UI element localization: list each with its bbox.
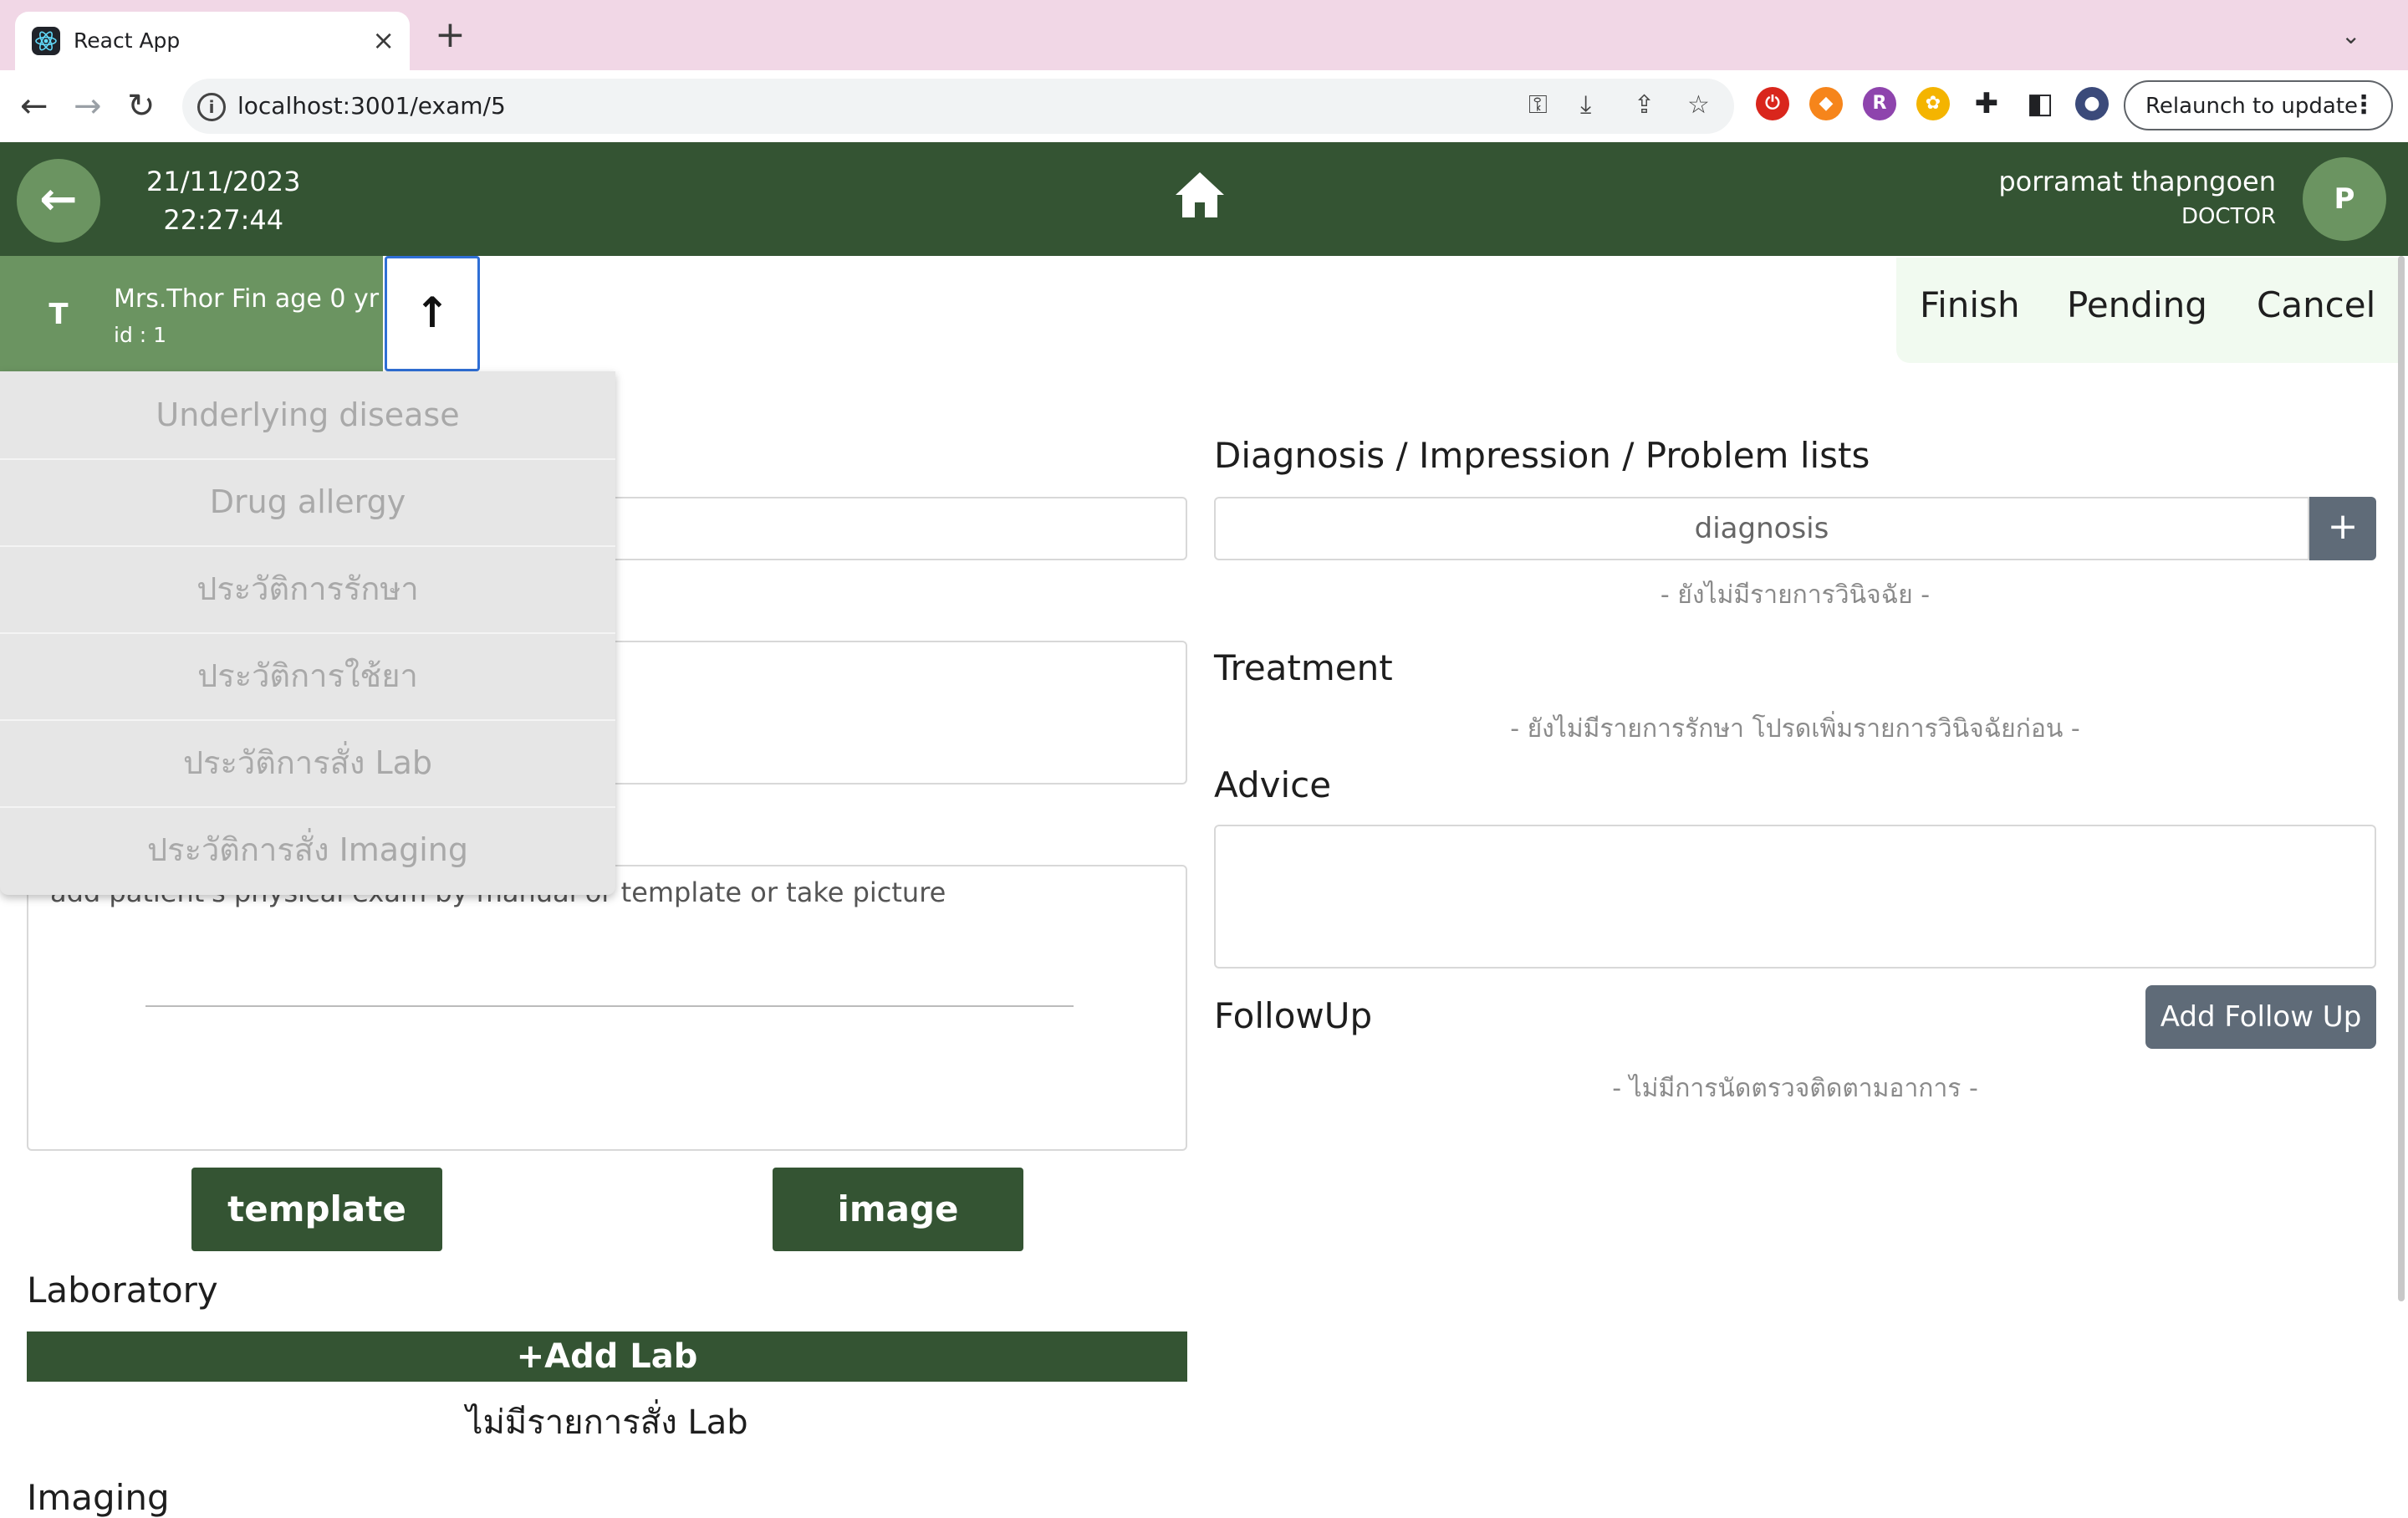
adblock-extension-icon[interactable]: ⏻	[1756, 87, 1789, 120]
patient-id: id : 1	[114, 323, 167, 347]
share-icon[interactable]: ⇪	[1634, 90, 1655, 120]
kebab-menu-icon[interactable]: ⋮	[2351, 90, 2376, 120]
site-info-icon[interactable]: i	[197, 93, 226, 121]
advice-field[interactable]	[1214, 825, 2376, 969]
add-follow-up-button[interactable]: Add Follow Up	[2145, 985, 2376, 1049]
date-text: 21/11/2023	[146, 166, 301, 197]
finish-button[interactable]: Finish	[1920, 284, 2020, 325]
dropdown-item-lab-history[interactable]: ประวัติการสั่ง Lab	[0, 719, 615, 808]
extensions-puzzle-icon[interactable]: ✚	[1970, 87, 2003, 120]
pending-button[interactable]: Pending	[2067, 284, 2207, 325]
color-picker-extension-icon[interactable]: ✿	[1916, 87, 1950, 120]
template-button[interactable]: template	[191, 1168, 442, 1251]
dropdown-item-underlying-disease[interactable]: Underlying disease	[0, 371, 615, 460]
history-dropdown: Underlying disease Drug allergy ประวัติก…	[0, 371, 615, 895]
laboratory-title: Laboratory	[27, 1270, 218, 1311]
profile-avatar-icon[interactable]: ●	[2075, 87, 2109, 120]
physical-exam-field[interactable]: add patient's physical exam by manual or…	[27, 865, 1187, 1151]
browser-tab[interactable]: React App ×	[15, 12, 410, 70]
back-button[interactable]: ←	[17, 159, 100, 243]
add-lab-button[interactable]: +Add Lab	[27, 1331, 1187, 1382]
url-text[interactable]: localhost:3001/exam/5	[237, 92, 506, 120]
advice-title: Advice	[1214, 764, 1332, 805]
forward-arrow-icon[interactable]: →	[74, 87, 102, 125]
user-name: porramat thapngoen	[1998, 166, 2276, 197]
image-button[interactable]: image	[773, 1168, 1023, 1251]
metamask-extension-icon[interactable]: ◆	[1809, 87, 1843, 120]
browser-tabstrip: React App × + ⌄	[0, 0, 2408, 70]
lab-empty-text: ไม่มีรายการสั่ง Lab	[466, 1403, 748, 1442]
dropdown-item-treatment-history[interactable]: ประวัติการรักษา	[0, 545, 615, 634]
reload-icon[interactable]: ↻	[127, 87, 156, 125]
collapse-history-button[interactable]: ↑	[385, 256, 480, 371]
datetime: 21/11/2023 22:27:44	[146, 162, 300, 239]
back-arrow-icon[interactable]: ←	[20, 87, 48, 125]
dropdown-item-imaging-history[interactable]: ประวัติการสั่ง Imaging	[0, 806, 615, 893]
app-header: ← 21/11/2023 22:27:44 porramat thapngoen…	[0, 142, 2408, 256]
treatment-empty-text: - ยังไม่มีรายการรักษา โปรดเพิ่มรายการวิน…	[1510, 714, 2080, 744]
time-text: 22:27:44	[163, 204, 284, 236]
relaunch-button[interactable]: Relaunch to update ⋮	[2124, 80, 2393, 130]
divider	[145, 1005, 1074, 1007]
browser-toolbar: ← → ↻ i localhost:3001/exam/5 ⚿ ⤓ ⇪ ☆ ⏻ …	[0, 70, 2408, 142]
extension-r-icon[interactable]: R	[1863, 87, 1896, 120]
address-bar[interactable]: i localhost:3001/exam/5 ⚿ ⤓ ⇪ ☆	[182, 79, 1734, 134]
key-icon[interactable]: ⚿	[1528, 90, 1548, 120]
home-icon[interactable]	[1174, 171, 1226, 222]
tab-title: React App	[74, 28, 181, 53]
dropdown-item-medication-history[interactable]: ประวัติการใช้ยา	[0, 632, 615, 721]
cancel-button[interactable]: Cancel	[2257, 284, 2375, 325]
arrow-up-icon: ↑	[415, 289, 450, 337]
diagnosis-input[interactable]: diagnosis	[1214, 497, 2309, 560]
add-diagnosis-button[interactable]: +	[2309, 497, 2376, 560]
treatment-title: Treatment	[1214, 647, 1393, 688]
tab-search-chevron-icon[interactable]: ⌄	[2341, 22, 2360, 49]
dropdown-item-drug-allergy[interactable]: Drug allergy	[0, 458, 615, 547]
close-tab-icon[interactable]: ×	[372, 23, 395, 57]
patient-name: Mrs.Thor Fin age 0 yr	[114, 284, 380, 314]
patient-card[interactable]: T Mrs.Thor Fin age 0 yr id : 1	[0, 256, 383, 371]
install-icon[interactable]: ⤓	[1580, 90, 1591, 120]
side-panel-icon[interactable]: ◧	[2023, 87, 2057, 120]
followup-empty-text: - ไม่มีการนัดตรวจติดตามอาการ -	[1612, 1074, 1978, 1103]
user-role: DOCTOR	[2181, 204, 2276, 229]
relaunch-label: Relaunch to update	[2145, 94, 2359, 119]
page-scrollbar[interactable]	[2398, 256, 2405, 1301]
diagnosis-empty-text: - ยังไม่มีรายการวินิจฉัย -	[1660, 580, 1931, 610]
exam-actions: Finish Pending Cancel	[1896, 258, 2398, 363]
followup-title: FollowUp	[1214, 995, 1373, 1036]
patient-avatar: T	[48, 298, 69, 331]
user-avatar[interactable]: P	[2303, 157, 2386, 241]
new-tab-icon[interactable]: +	[435, 17, 466, 54]
bookmark-star-icon[interactable]: ☆	[1687, 90, 1710, 120]
diagnosis-title: Diagnosis / Impression / Problem lists	[1214, 435, 1870, 476]
react-logo-icon	[32, 27, 60, 55]
imaging-title: Imaging	[27, 1477, 170, 1518]
